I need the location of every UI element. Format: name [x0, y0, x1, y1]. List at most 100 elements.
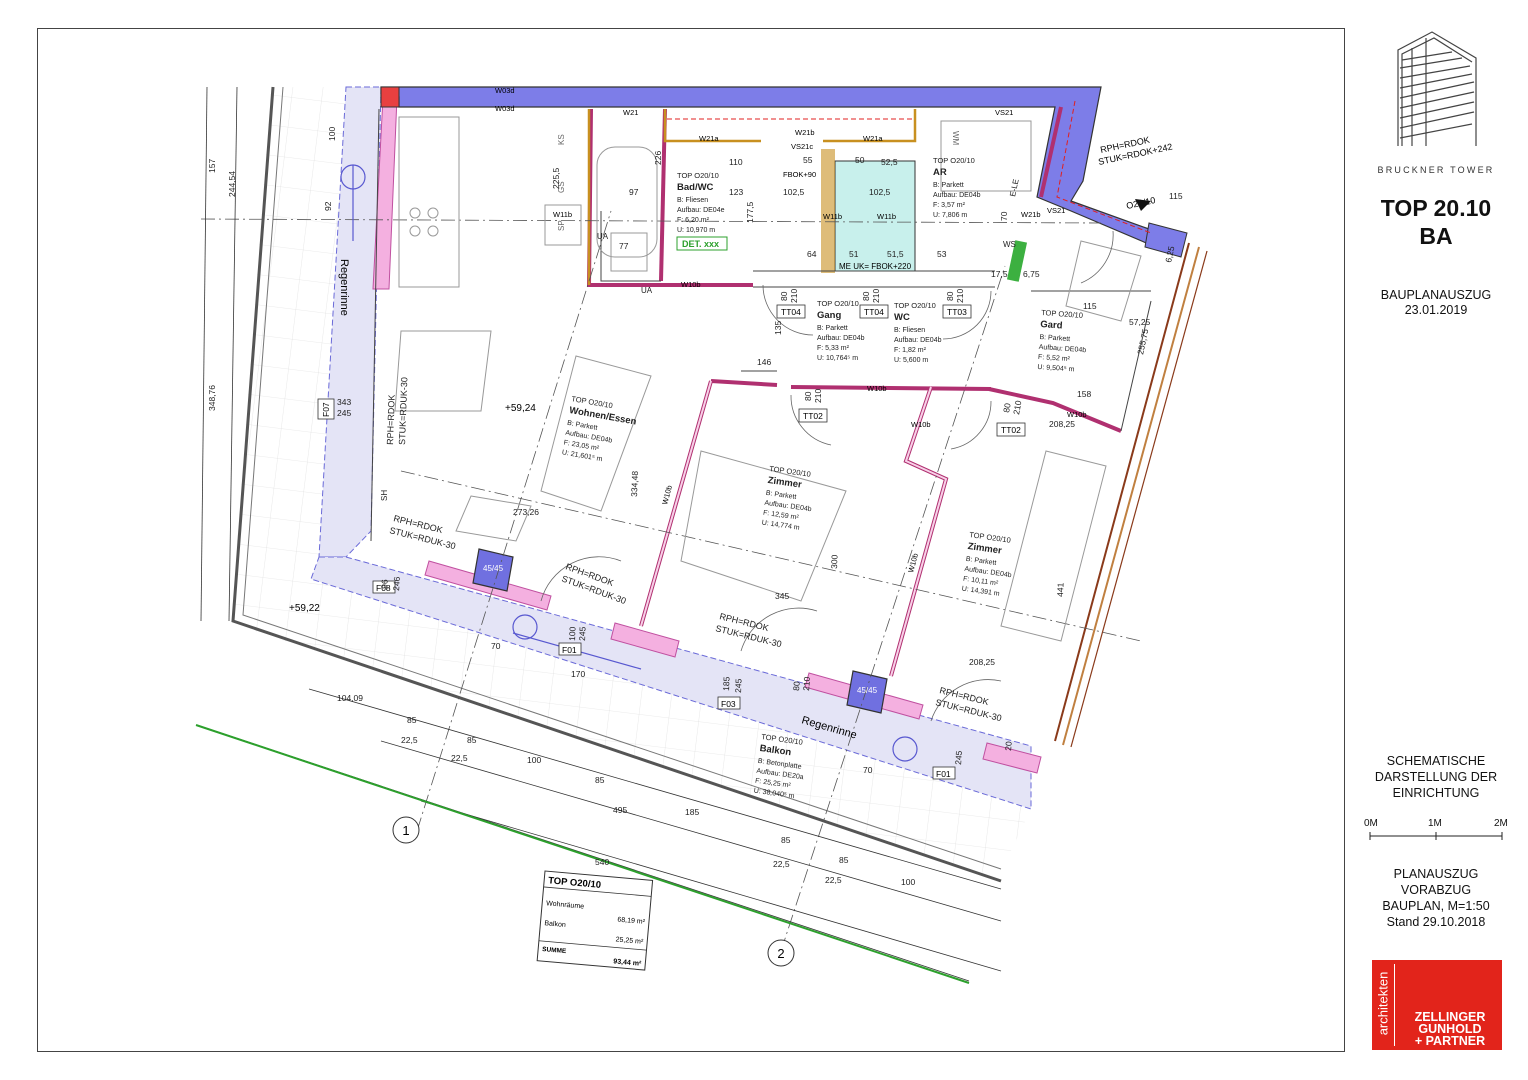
- svg-text:210: 210: [871, 289, 881, 303]
- room-line: U: 5,600 m: [894, 357, 928, 364]
- svg-text:273,26: 273,26: [513, 507, 539, 517]
- svg-text:77: 77: [619, 241, 629, 251]
- svg-text:VS21c: VS21c: [791, 142, 813, 151]
- svg-text:KS: KS: [557, 134, 566, 145]
- svg-text:80: 80: [803, 391, 813, 401]
- svg-text:TT04: TT04: [864, 307, 884, 317]
- architect-logo: architekten ZELLINGER GUNHOLD + PARTNER: [1372, 960, 1502, 1050]
- svg-text:W10b: W10b: [906, 552, 920, 573]
- svg-text:208,25: 208,25: [1049, 419, 1075, 429]
- svg-text:157: 157: [207, 159, 217, 173]
- svg-text:22,5: 22,5: [825, 875, 842, 885]
- svg-text:W10b: W10b: [660, 484, 674, 505]
- svg-text:TT02: TT02: [1001, 425, 1021, 435]
- fbok-label: FBOK+90: [783, 170, 816, 179]
- svg-text:348,76: 348,76: [207, 385, 217, 411]
- svg-text:300: 300: [829, 554, 839, 569]
- svg-text:F03: F03: [721, 699, 736, 709]
- tower-name: BRUCKNER TOWER: [1377, 165, 1495, 175]
- room-line: U: 14,391 m: [961, 586, 1000, 598]
- bath-wall-fill: [821, 149, 835, 273]
- room-gang: TOP O20/10 Gang B: Parkett Aufbau: DE04b…: [817, 299, 865, 362]
- svg-text:6,25: 6,25: [1163, 245, 1176, 264]
- svg-text:495: 495: [613, 805, 627, 815]
- svg-text:208,25: 208,25: [969, 657, 995, 667]
- door-tags: TT04 TT04 TT03 TT02 TT02: [776, 304, 1026, 437]
- room-line: F: 5,33 m²: [817, 345, 850, 352]
- svg-text:255,75: 255,75: [1135, 328, 1150, 356]
- svg-text:102,5: 102,5: [869, 187, 891, 197]
- extract-line: BAUPLANAUSZUG: [1380, 288, 1492, 302]
- svg-text:135: 135: [773, 321, 783, 335]
- svg-text:85: 85: [467, 735, 477, 745]
- svg-text:210: 210: [789, 289, 799, 303]
- svg-text:22,5: 22,5: [401, 735, 418, 745]
- svg-text:102,5: 102,5: [783, 187, 805, 197]
- svg-text:W10b: W10b: [1067, 410, 1087, 419]
- architect-name: ZELLINGER GUNHOLD + PARTNER: [1400, 1011, 1500, 1048]
- room-unit: TOP O20/10: [1041, 308, 1083, 320]
- room-line: B: Parkett: [765, 490, 796, 501]
- svg-text:146: 146: [757, 357, 771, 367]
- svg-text:W21b: W21b: [1021, 210, 1041, 219]
- room-line: U: 9,504⁵ m: [1037, 364, 1075, 374]
- svg-text:80: 80: [945, 291, 955, 301]
- svg-text:226: 226: [653, 151, 663, 165]
- room-line: B: Parkett: [933, 182, 964, 189]
- plan-line: VORABZUG: [1400, 883, 1472, 897]
- partition-lines: [370, 108, 1152, 542]
- room-line: U: 10,764⁵ m: [817, 355, 858, 362]
- svg-text:TT04: TT04: [781, 307, 801, 317]
- schematic-line: SCHEMATISCHE: [1386, 754, 1486, 768]
- svg-text:50: 50: [855, 155, 865, 165]
- plan-frame: 1 2 Regenrinne Regenrinne TOP O20/10 Bad…: [37, 28, 1345, 1052]
- svg-text:85: 85: [595, 775, 605, 785]
- svg-text:70: 70: [863, 765, 873, 775]
- svg-text:245: 245: [577, 626, 587, 641]
- axis-label-2: 2: [777, 946, 784, 961]
- svg-text:W21a: W21a: [863, 134, 883, 143]
- svg-text:85: 85: [407, 715, 417, 725]
- svg-text:245: 245: [337, 408, 351, 418]
- svg-text:W11b: W11b: [553, 210, 572, 219]
- svg-text:158: 158: [1077, 389, 1091, 399]
- room-line: U: 14,774 m: [761, 520, 800, 532]
- room-unit: TOP O20/10: [933, 156, 975, 165]
- room-ar: TOP O20/10 AR B: Parkett Aufbau: DE04b F…: [933, 156, 981, 219]
- svg-text:53: 53: [937, 249, 947, 259]
- svg-text:51: 51: [849, 249, 859, 259]
- room-line: B: Parkett: [1039, 334, 1070, 343]
- svg-text:441: 441: [1055, 582, 1065, 597]
- title-block: BRUCKNER TOWER TOP 20.10 BA BAUPLANAUSZU…: [1352, 28, 1520, 1052]
- svg-text:W21: W21: [623, 108, 638, 117]
- svg-text:100: 100: [527, 755, 541, 765]
- svg-text:22,5: 22,5: [451, 753, 468, 763]
- room-badwc: TOP O20/10 Bad/WC B: Fliesen Aufbau: DE0…: [677, 171, 725, 234]
- unit-title: TOP 20.10 BA: [1352, 194, 1520, 250]
- room-line: B: Fliesen: [894, 327, 925, 334]
- level-label-2: +59,22: [289, 603, 320, 614]
- svg-text:57,25: 57,25: [1129, 317, 1151, 327]
- svg-text:70: 70: [491, 641, 501, 651]
- svg-text:F01: F01: [562, 645, 577, 655]
- svg-text:64: 64: [807, 249, 817, 259]
- room-line: Aufbau: DE04e: [677, 207, 725, 214]
- plan-line: PLANAUSZUG: [1393, 867, 1479, 881]
- svg-text:85: 85: [839, 855, 849, 865]
- extract-label: BAUPLANAUSZUG 23.01.2019: [1352, 288, 1520, 318]
- level-label-1: +59,24: [505, 403, 536, 414]
- room-unit: TOP O20/10: [894, 301, 936, 310]
- svg-text:210: 210: [1011, 399, 1023, 415]
- svg-text:80: 80: [861, 291, 871, 301]
- svg-text:W11b: W11b: [877, 212, 896, 221]
- svg-text:W10b: W10b: [867, 384, 887, 393]
- room-line: F: 1,82 m²: [894, 347, 927, 354]
- unit-title-line1: TOP 20.10: [1380, 195, 1492, 221]
- room-name: Bad/WC: [677, 182, 714, 193]
- summary-table: TOP O20/10 Wohnräume 68,19 m² Balkon 25,…: [536, 870, 654, 971]
- plan-line: Stand 29.10.2018: [1386, 915, 1486, 929]
- schematic-label: SCHEMATISCHE DARSTELLUNG DER EINRICHTUNG: [1352, 753, 1520, 801]
- room-line: B: Parkett: [965, 556, 996, 567]
- svg-text:F01: F01: [936, 769, 951, 779]
- svg-text:540: 540: [595, 857, 609, 867]
